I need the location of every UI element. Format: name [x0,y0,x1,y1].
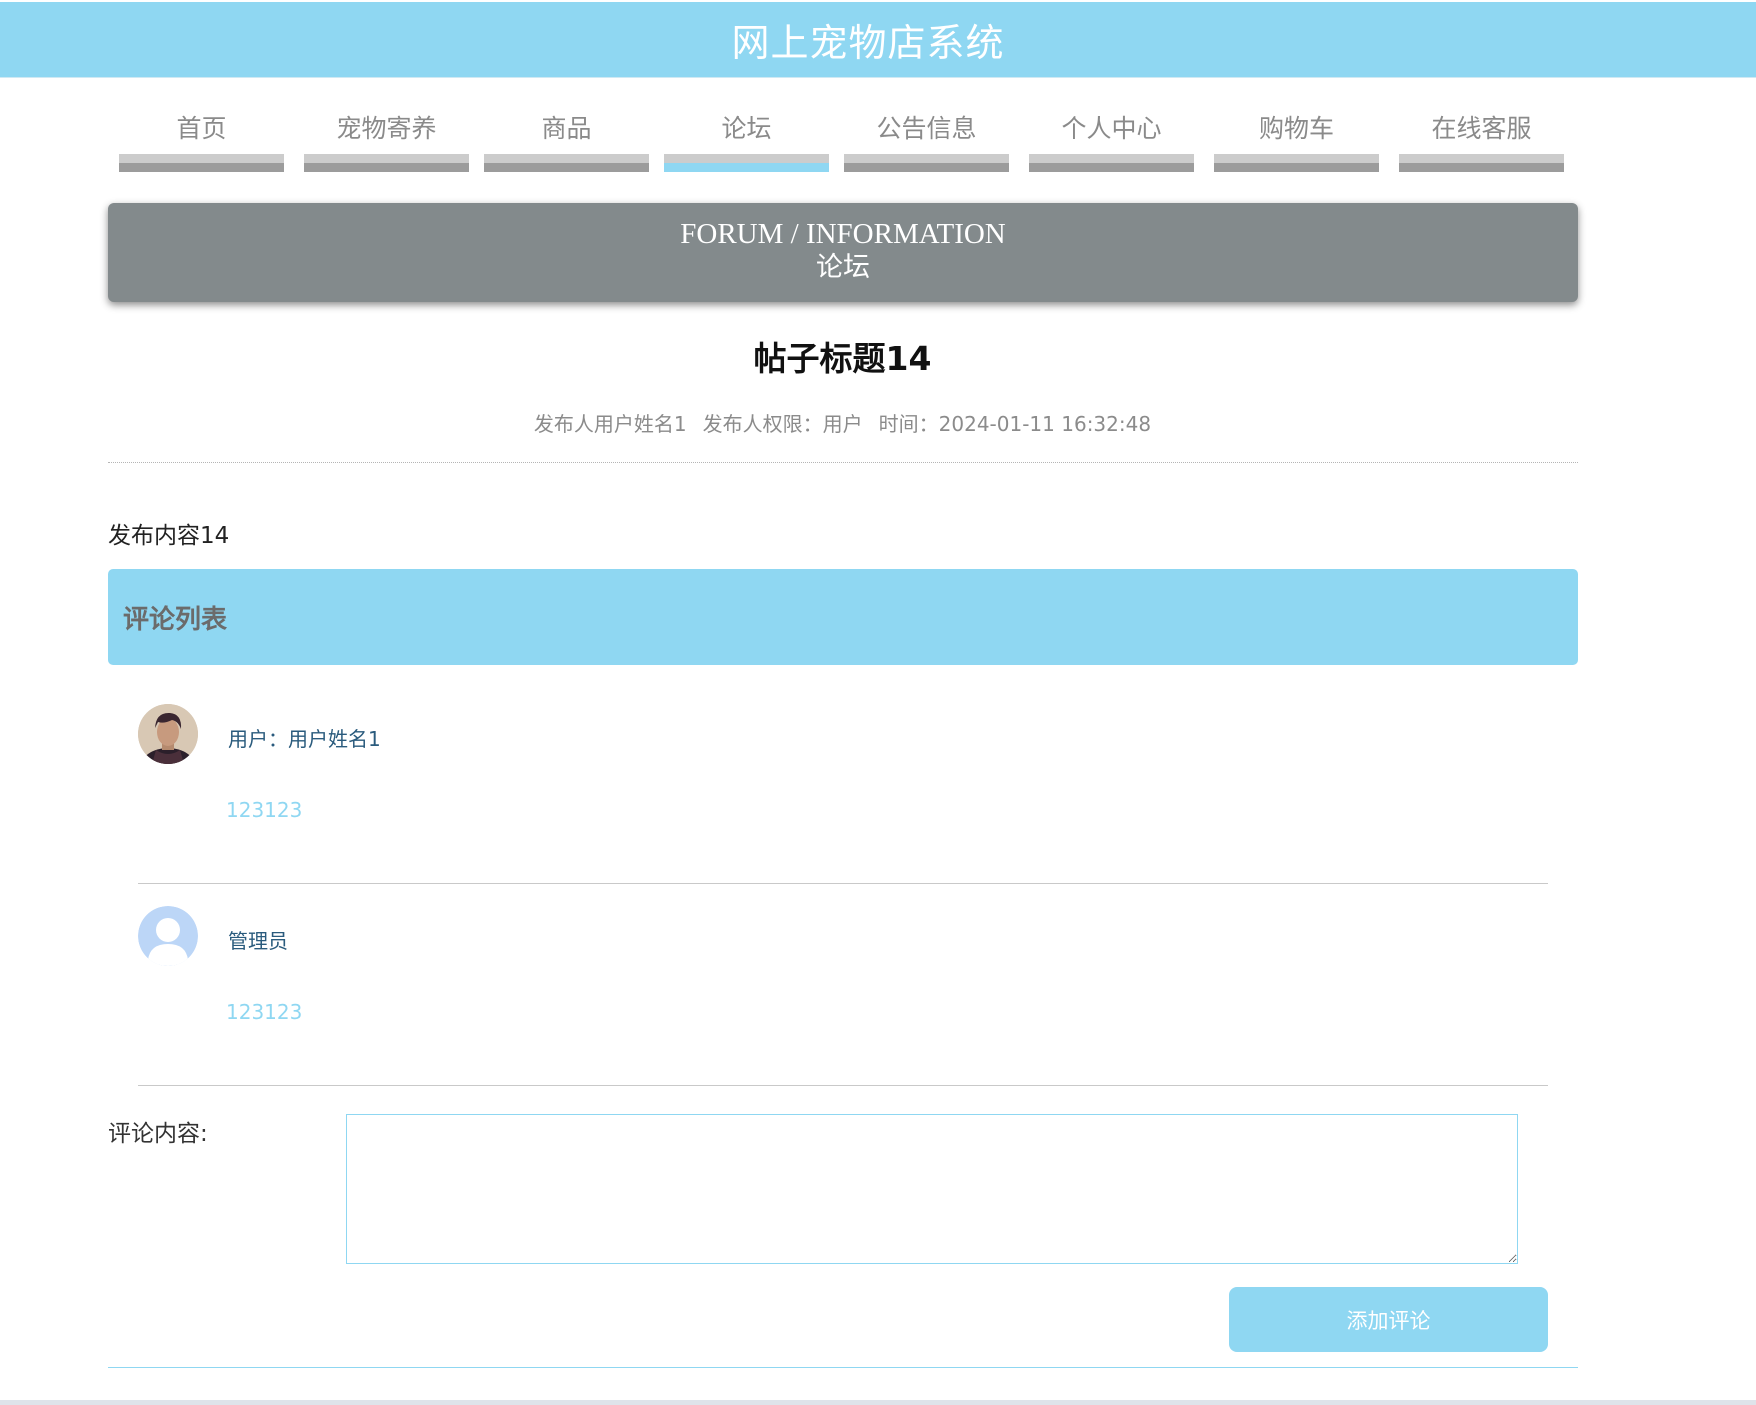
nav-item-pet-boarding[interactable]: 宠物寄养 [304,100,469,174]
nav-item-support[interactable]: 在线客服 [1399,100,1564,174]
banner-title-en: FORUM / INFORMATION [680,218,1006,250]
post-content: 发布内容14 [108,523,230,549]
nav-item-label: 公告信息 [876,114,977,143]
post-title: 帖子标题14 [753,339,932,378]
comment-text: 123123 [226,1000,303,1024]
post-role: 发布人权限：用户 [702,412,863,436]
nav-item-cart[interactable]: 购物车 [1214,100,1379,174]
nav-item-underline [1029,154,1194,172]
comment-user: 管理员 [228,929,288,953]
nav-item-underline [1399,154,1564,172]
nav-item-underline [484,154,649,172]
nav-item-products[interactable]: 商品 [484,100,649,174]
nav-item-label: 个人中心 [1061,114,1162,143]
comment-item: 管理员 123123 [138,883,1548,1086]
comment-item: 用户：用户姓名1 123123 [138,681,1548,884]
comment-input[interactable] [346,1114,1518,1264]
site-title: 网上宠物店系统 [731,21,1005,65]
nav-item-underline [844,154,1009,172]
nav-item-forum[interactable]: 论坛 [664,100,829,174]
nav-item-announcements[interactable]: 公告信息 [844,100,1009,174]
nav-item-label: 在线客服 [1431,114,1532,143]
default-person-avatar [138,906,198,966]
nav-item-home[interactable]: 首页 [119,100,284,174]
site-header: 网上宠物店系统 [0,2,1756,78]
user-photo-avatar [138,704,198,764]
post-author: 发布人用户姓名1 [533,412,687,436]
comment-form-label: 评论内容: [108,1121,208,1147]
nav-item-profile[interactable]: 个人中心 [1029,100,1194,174]
nav-item-underline [1214,154,1379,172]
nav-item-label: 商品 [541,114,592,143]
banner-title-cn: 论坛 [816,252,870,283]
page-bottom-edge [0,1400,1756,1405]
nav-item-underline [664,154,829,172]
main-nav: 首页 宠物寄养 商品 论坛 公告信息 个人中心 购物车 在线客服 [0,100,1756,174]
nav-item-underline [119,154,284,172]
section-banner: FORUM / INFORMATION 论坛 [108,203,1578,302]
nav-item-label: 购物车 [1258,114,1334,143]
comments-header: 评论列表 [108,569,1578,665]
nav-item-underline [304,154,469,172]
post-time: 时间：2024-01-11 16:32:48 [878,412,1152,436]
nav-item-label: 论坛 [721,114,772,143]
comment-text: 123123 [226,798,303,822]
nav-item-label: 首页 [176,114,227,143]
comment-user: 用户：用户姓名1 [228,727,381,751]
comments-header-title: 评论列表 [123,604,228,635]
post-meta: 发布人用户姓名1 发布人权限：用户 时间：2024-01-11 16:32:48 [0,408,1685,437]
form-divider [108,1367,1578,1368]
add-comment-button[interactable]: 添加评论 [1229,1287,1548,1352]
divider [108,462,1578,463]
nav-item-label: 宠物寄养 [336,114,437,143]
